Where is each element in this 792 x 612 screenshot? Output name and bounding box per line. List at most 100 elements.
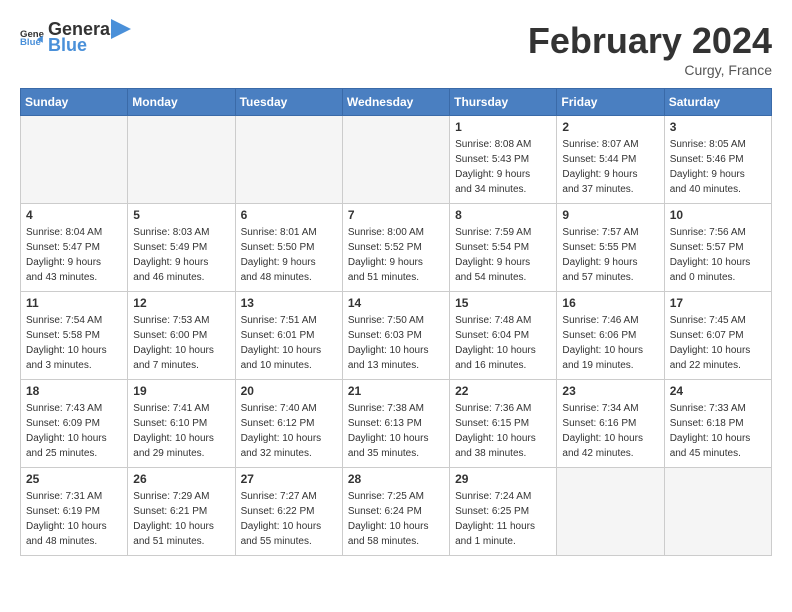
calendar-cell: 23Sunrise: 7:34 AM Sunset: 6:16 PM Dayli… [557, 380, 664, 468]
day-number: 17 [670, 296, 766, 310]
calendar-cell: 25 Sunrise: 7:31 AM Sunset: 6:19 PM Dayli… [21, 468, 128, 556]
calendar-cell [128, 116, 235, 204]
month-year-title: February 2024 [528, 20, 772, 62]
calendar-cell: 3 Sunrise: 8:05 AM Sunset: 5:46 PM Daylig… [664, 116, 771, 204]
column-header-friday: Friday [557, 89, 664, 116]
day-number: 9 [562, 208, 658, 222]
logo-triangle-icon [111, 19, 131, 49]
day-info: Sunrise: 7:59 AM Sunset: 5:54 PM Dayligh… [455, 225, 551, 285]
day-info: Sunrise: 7:56 AM Sunset: 5:57 PM Dayligh… [670, 225, 766, 285]
day-info: Sunrise: 7:29 AM Sunset: 6:21 PM Dayligh… [133, 489, 229, 549]
day-number: 10 [670, 208, 766, 222]
calendar-cell: 1 Sunrise: 8:08 AM Sunset: 5:43 PM Daylig… [450, 116, 557, 204]
day-info: Sunrise: 7:41 AM Sunset: 6:10 PM Dayligh… [133, 401, 229, 461]
day-number: 25 [26, 472, 122, 486]
calendar-week-row: 11Sunrise: 7:54 AM Sunset: 5:58 PM Dayli… [21, 292, 772, 380]
day-number: 7 [348, 208, 444, 222]
calendar-week-row: 18Sunrise: 7:43 AM Sunset: 6:09 PM Dayli… [21, 380, 772, 468]
day-number: 12 [133, 296, 229, 310]
calendar-cell: 11Sunrise: 7:54 AM Sunset: 5:58 PM Dayli… [21, 292, 128, 380]
calendar-cell: 6 Sunrise: 8:01 AM Sunset: 5:50 PM Daylig… [235, 204, 342, 292]
day-number: 21 [348, 384, 444, 398]
day-number: 19 [133, 384, 229, 398]
day-info: Sunrise: 7:31 AM Sunset: 6:19 PM Dayligh… [26, 489, 122, 549]
calendar-cell: 9 Sunrise: 7:57 AM Sunset: 5:55 PM Daylig… [557, 204, 664, 292]
day-number: 28 [348, 472, 444, 486]
column-header-tuesday: Tuesday [235, 89, 342, 116]
day-info: Sunrise: 7:50 AM Sunset: 6:03 PM Dayligh… [348, 313, 444, 373]
calendar-cell: 26 Sunrise: 7:29 AM Sunset: 6:21 PM Dayli… [128, 468, 235, 556]
day-number: 27 [241, 472, 337, 486]
day-number: 26 [133, 472, 229, 486]
day-number: 13 [241, 296, 337, 310]
calendar-cell: 19 Sunrise: 7:41 AM Sunset: 6:10 PM Dayli… [128, 380, 235, 468]
calendar-cell: 22 Sunrise: 7:36 AM Sunset: 6:15 PM Dayli… [450, 380, 557, 468]
calendar-week-row: 4 Sunrise: 8:04 AM Sunset: 5:47 PM Daylig… [21, 204, 772, 292]
day-info: Sunrise: 7:40 AM Sunset: 6:12 PM Dayligh… [241, 401, 337, 461]
day-number: 20 [241, 384, 337, 398]
column-header-monday: Monday [128, 89, 235, 116]
day-number: 2 [562, 120, 658, 134]
calendar-cell [557, 468, 664, 556]
day-info: Sunrise: 8:07 AM Sunset: 5:44 PM Dayligh… [562, 137, 658, 197]
day-number: 6 [241, 208, 337, 222]
day-info: Sunrise: 7:38 AM Sunset: 6:13 PM Dayligh… [348, 401, 444, 461]
calendar-week-row: 1 Sunrise: 8:08 AM Sunset: 5:43 PM Daylig… [21, 116, 772, 204]
day-info: Sunrise: 7:57 AM Sunset: 5:55 PM Dayligh… [562, 225, 658, 285]
calendar-header-row: SundayMondayTuesdayWednesdayThursdayFrid… [21, 89, 772, 116]
calendar-table: SundayMondayTuesdayWednesdayThursdayFrid… [20, 88, 772, 556]
day-number: 3 [670, 120, 766, 134]
calendar-cell: 15 Sunrise: 7:48 AM Sunset: 6:04 PM Dayli… [450, 292, 557, 380]
day-number: 14 [348, 296, 444, 310]
day-number: 1 [455, 120, 551, 134]
day-info: Sunrise: 7:53 AM Sunset: 6:00 PM Dayligh… [133, 313, 229, 373]
day-info: Sunrise: 7:34 AM Sunset: 6:16 PM Dayligh… [562, 401, 658, 461]
title-area: February 2024 Curgy, France [528, 20, 772, 78]
calendar-cell [664, 468, 771, 556]
day-info: Sunrise: 7:46 AM Sunset: 6:06 PM Dayligh… [562, 313, 658, 373]
day-number: 22 [455, 384, 551, 398]
calendar-cell: 2 Sunrise: 8:07 AM Sunset: 5:44 PM Daylig… [557, 116, 664, 204]
day-info: Sunrise: 8:05 AM Sunset: 5:46 PM Dayligh… [670, 137, 766, 197]
calendar-cell: 20 Sunrise: 7:40 AM Sunset: 6:12 PM Dayli… [235, 380, 342, 468]
day-number: 16 [562, 296, 658, 310]
day-info: Sunrise: 7:33 AM Sunset: 6:18 PM Dayligh… [670, 401, 766, 461]
day-number: 24 [670, 384, 766, 398]
calendar-cell [342, 116, 449, 204]
day-info: Sunrise: 7:48 AM Sunset: 6:04 PM Dayligh… [455, 313, 551, 373]
day-number: 18 [26, 384, 122, 398]
day-number: 15 [455, 296, 551, 310]
day-info: Sunrise: 8:00 AM Sunset: 5:52 PM Dayligh… [348, 225, 444, 285]
calendar-cell: 4 Sunrise: 8:04 AM Sunset: 5:47 PM Daylig… [21, 204, 128, 292]
column-header-sunday: Sunday [21, 89, 128, 116]
column-header-saturday: Saturday [664, 89, 771, 116]
calendar-cell: 18Sunrise: 7:43 AM Sunset: 6:09 PM Dayli… [21, 380, 128, 468]
day-info: Sunrise: 7:54 AM Sunset: 5:58 PM Dayligh… [26, 313, 122, 373]
day-number: 29 [455, 472, 551, 486]
day-info: Sunrise: 7:51 AM Sunset: 6:01 PM Dayligh… [241, 313, 337, 373]
day-number: 4 [26, 208, 122, 222]
calendar-cell: 12 Sunrise: 7:53 AM Sunset: 6:00 PM Dayli… [128, 292, 235, 380]
calendar-cell [235, 116, 342, 204]
calendar-cell: 16 Sunrise: 7:46 AM Sunset: 6:06 PM Dayli… [557, 292, 664, 380]
day-info: Sunrise: 8:04 AM Sunset: 5:47 PM Dayligh… [26, 225, 122, 285]
day-info: Sunrise: 8:08 AM Sunset: 5:43 PM Dayligh… [455, 137, 551, 197]
day-info: Sunrise: 7:24 AM Sunset: 6:25 PM Dayligh… [455, 489, 551, 549]
day-info: Sunrise: 8:01 AM Sunset: 5:50 PM Dayligh… [241, 225, 337, 285]
calendar-cell: 27Sunrise: 7:27 AM Sunset: 6:22 PM Dayli… [235, 468, 342, 556]
calendar-cell: 24 Sunrise: 7:33 AM Sunset: 6:18 PM Dayli… [664, 380, 771, 468]
location-label: Curgy, France [528, 62, 772, 78]
calendar-cell: 5Sunrise: 8:03 AM Sunset: 5:49 PM Daylig… [128, 204, 235, 292]
calendar-cell: 17Sunrise: 7:45 AM Sunset: 6:07 PM Dayli… [664, 292, 771, 380]
day-info: Sunrise: 7:36 AM Sunset: 6:15 PM Dayligh… [455, 401, 551, 461]
calendar-cell: 10 Sunrise: 7:56 AM Sunset: 5:57 PM Dayli… [664, 204, 771, 292]
calendar-cell: 8 Sunrise: 7:59 AM Sunset: 5:54 PM Daylig… [450, 204, 557, 292]
calendar-week-row: 25 Sunrise: 7:31 AM Sunset: 6:19 PM Dayli… [21, 468, 772, 556]
calendar-cell: 7 Sunrise: 8:00 AM Sunset: 5:52 PM Daylig… [342, 204, 449, 292]
calendar-cell: 14 Sunrise: 7:50 AM Sunset: 6:03 PM Dayli… [342, 292, 449, 380]
calendar-cell [21, 116, 128, 204]
page-header: General Blue General Blue February 2024 … [20, 20, 772, 78]
calendar-cell: 28Sunrise: 7:25 AM Sunset: 6:24 PM Dayli… [342, 468, 449, 556]
day-number: 8 [455, 208, 551, 222]
column-header-thursday: Thursday [450, 89, 557, 116]
